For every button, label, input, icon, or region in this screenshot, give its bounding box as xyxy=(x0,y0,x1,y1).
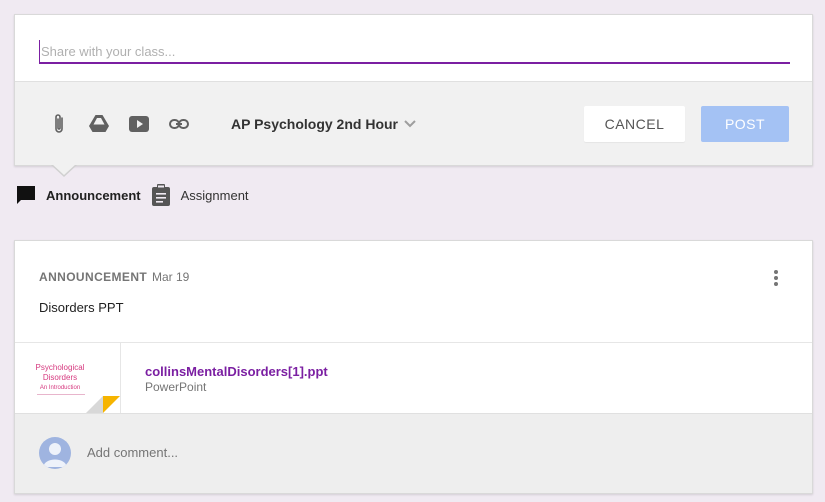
attachment-thumbnail: Psychological Disorders An Introduction xyxy=(15,343,121,413)
announcement-toggle[interactable]: Announcement xyxy=(16,185,141,205)
post-composer: AP Psychology 2nd Hour CANCEL POST xyxy=(14,14,813,166)
attachment-type: PowerPoint xyxy=(145,380,207,394)
class-name: AP Psychology 2nd Hour xyxy=(231,116,398,132)
user-icon xyxy=(43,443,67,467)
youtube-icon[interactable] xyxy=(127,112,151,136)
composer-pointer xyxy=(52,164,76,175)
class-selector[interactable]: AP Psychology 2nd Hour xyxy=(231,112,416,136)
more-options-icon[interactable] xyxy=(767,267,785,289)
thumbnail-rule xyxy=(37,394,85,395)
share-input[interactable] xyxy=(39,40,790,62)
assignment-label: Assignment xyxy=(180,187,249,203)
post-body: Disorders PPT xyxy=(39,300,124,315)
thumbnail-title: Psychological Disorders xyxy=(35,363,85,382)
thumbnail-subtitle: An Introduction xyxy=(39,385,81,391)
avatar xyxy=(39,437,71,469)
attachment-item[interactable]: Psychological Disorders An Introduction … xyxy=(15,342,812,413)
post-button[interactable]: POST xyxy=(701,106,789,142)
post-type-selector: Announcement Assignment xyxy=(16,184,249,206)
cancel-button[interactable]: CANCEL xyxy=(584,106,685,142)
post-kind-label: ANNOUNCEMENT xyxy=(39,270,148,284)
announcement-card: ANNOUNCEMENT Mar 19 Disorders PPT Psycho… xyxy=(14,240,813,494)
google-drive-icon[interactable] xyxy=(87,112,111,136)
announcement-icon xyxy=(17,186,35,204)
assignment-toggle[interactable]: Assignment xyxy=(151,184,249,206)
share-input-wrapper xyxy=(39,40,790,64)
composer-toolbar: AP Psychology 2nd Hour CANCEL POST xyxy=(15,81,812,165)
assignment-icon xyxy=(151,184,170,206)
post-date: Mar 19 xyxy=(152,270,190,284)
paperclip-icon[interactable] xyxy=(47,112,71,136)
link-icon[interactable] xyxy=(167,112,191,136)
powerpoint-fold-icon xyxy=(86,396,120,413)
add-comment-input[interactable]: Add comment... xyxy=(87,445,178,460)
comment-bar: Add comment... xyxy=(15,413,812,493)
announcement-label: Announcement xyxy=(46,187,141,203)
chevron-down-icon xyxy=(404,120,416,128)
attachment-title: collinsMentalDisorders[1].ppt xyxy=(145,364,328,379)
